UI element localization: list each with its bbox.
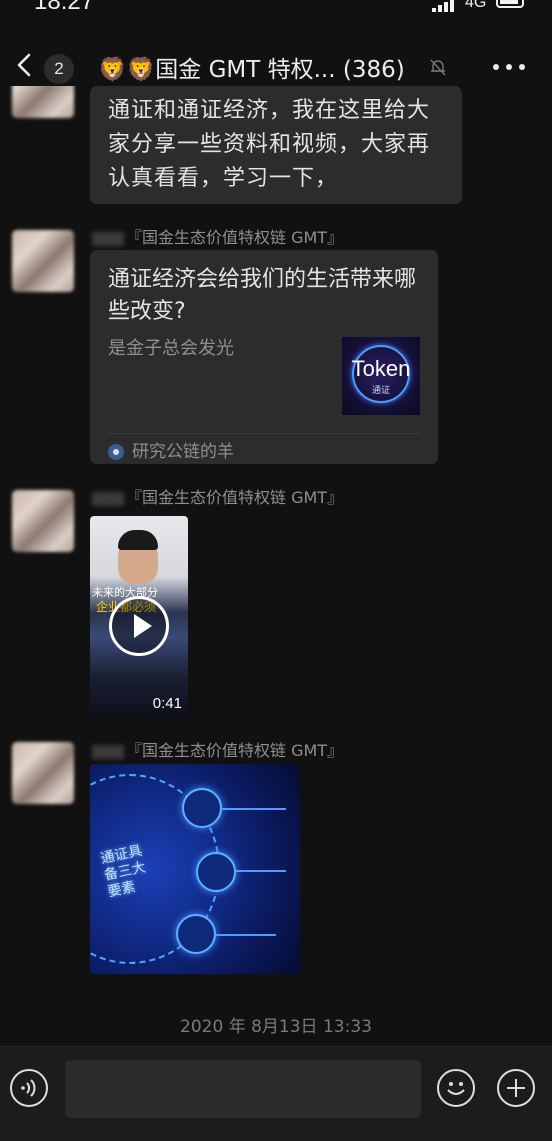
- thumbnail-subtitle: 通证: [371, 386, 390, 396]
- message-list[interactable]: 通证和通证经济，我在这里给大家分享一些资料和视频，大家再认真看看，学习一下， 『…: [0, 86, 552, 1046]
- sender-avatar[interactable]: [12, 230, 74, 292]
- unread-count-badge[interactable]: 2: [44, 54, 74, 84]
- sender-name: 『国金生态价值特权链 GMT』: [92, 484, 343, 508]
- sender-name-redacted: [92, 491, 124, 506]
- source-app-icon: [108, 444, 124, 460]
- link-source: 研究公链的羊: [108, 437, 234, 462]
- image-message[interactable]: 通证具备三大要素: [90, 764, 300, 974]
- chat-title[interactable]: 🦁🦁国金 GMT 特权... (386): [98, 50, 405, 84]
- sender-name-redacted: [92, 231, 124, 246]
- image-node: [196, 852, 236, 892]
- message-input[interactable]: [65, 1060, 421, 1118]
- smiley-icon: [447, 1082, 465, 1095]
- link-thumbnail: Token 通证: [342, 337, 420, 415]
- status-bar: 18:27 4G: [0, 0, 552, 22]
- image-line: [222, 808, 286, 810]
- add-more-button[interactable]: [497, 1069, 535, 1107]
- image-line: [236, 870, 286, 872]
- emoji-button[interactable]: [437, 1069, 475, 1107]
- network-label: 4G: [465, 0, 487, 11]
- link-description: 是金子总会发光: [108, 338, 234, 359]
- video-message[interactable]: 未来的大部分 企业都必须 0:41: [90, 516, 188, 718]
- back-arrow-icon[interactable]: [12, 52, 38, 78]
- image-line: [216, 934, 276, 936]
- voice-input-button[interactable]: [10, 1069, 48, 1107]
- more-options-icon[interactable]: [493, 62, 525, 72]
- message-text: 通证和通证经济，我在这里给大家分享一些资料和视频，大家再认真看看，学习一下，: [108, 98, 431, 191]
- sender-name: 『国金生态价值特权链 GMT』: [92, 224, 343, 248]
- link-source-name: 研究公链的羊: [132, 442, 234, 462]
- sender-avatar[interactable]: [12, 490, 74, 552]
- link-card[interactable]: 通证经济会给我们的生活带来哪些改变? 是金子总会发光 Token 通证 研究公链…: [90, 250, 438, 464]
- video-person-hair: [118, 530, 158, 550]
- signal-icon: [432, 0, 458, 12]
- image-title: 通证具备三大要素: [99, 842, 148, 901]
- sender-avatar[interactable]: [12, 86, 74, 118]
- thumbnail-word: Token: [351, 356, 411, 381]
- sender-avatar[interactable]: [12, 742, 74, 804]
- link-divider: [108, 433, 420, 434]
- link-title: 通证经济会给我们的生活带来哪些改变?: [108, 267, 417, 324]
- image-node: [182, 788, 222, 828]
- battery-icon: [496, 0, 524, 8]
- play-icon[interactable]: [109, 596, 169, 656]
- mute-bell-icon: [430, 59, 446, 76]
- image-node: [176, 914, 216, 954]
- video-duration: 0:41: [152, 695, 182, 712]
- status-time: 18:27: [34, 0, 95, 15]
- sender-name-redacted: [92, 744, 124, 759]
- message-timestamp: 2020 年 8月13日 13:33: [180, 1017, 372, 1037]
- sender-name: 『国金生态价值特权链 GMT』: [92, 737, 343, 761]
- input-bar: [0, 1046, 552, 1141]
- voice-wave-icon: [21, 1079, 36, 1097]
- text-message-bubble[interactable]: 通证和通证经济，我在这里给大家分享一些资料和视频，大家再认真看看，学习一下，: [90, 86, 462, 204]
